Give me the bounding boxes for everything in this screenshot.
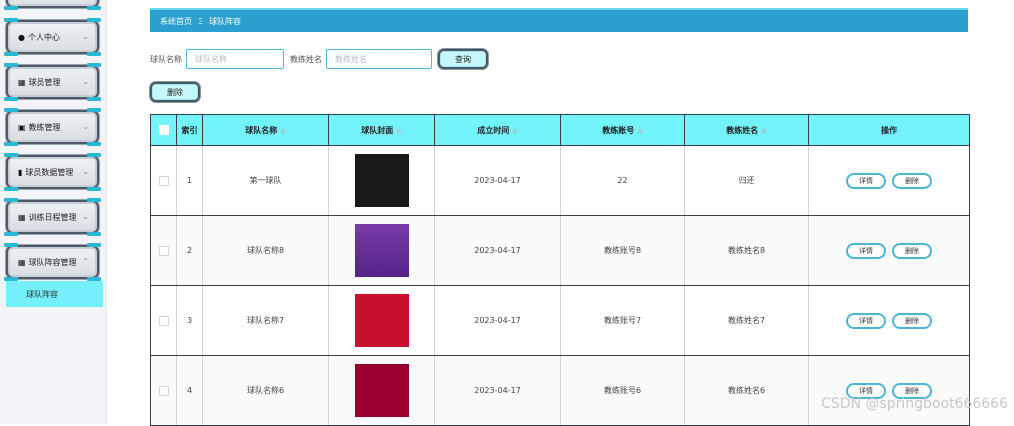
sidebar-item-label: 球员数据管理: [25, 167, 74, 177]
sidebar-item-personal-center[interactable]: ● 个人中心 ⌄: [4, 18, 101, 56]
row-checkbox[interactable]: [158, 245, 169, 256]
team-cover-image: [354, 294, 409, 347]
row-team-name: 球队名称8: [203, 216, 329, 285]
search-bar: 球队名称 教练姓名 查询: [150, 48, 488, 70]
row-coach-name: 教练姓名8: [685, 216, 809, 285]
watermark: CSDN @springboot666666: [821, 396, 1008, 412]
main-content: 系统首页 Ξ 球队阵容 球队名称 教练姓名 查询 删除 索引 球队名称▲ 球队封…: [106, 0, 1014, 426]
row-index: 2: [177, 216, 203, 285]
row-founded-date: 2023-04-17: [435, 216, 561, 285]
header-coach-account[interactable]: 教练账号 ▲: [561, 115, 685, 145]
sort-icon: ▲: [512, 126, 518, 134]
chevron-up-icon: ⌃: [82, 257, 89, 266]
sidebar-item-player-management[interactable]: ▦ 球员管理 ⌄: [4, 63, 101, 101]
sidebar: ● 个人中心 ⌄ ▦ 球员管理 ⌄ ▣ 教练管理 ⌄ ▮ 球员数据管理 ⌄ ▦ …: [0, 0, 107, 424]
row-checkbox[interactable]: [158, 315, 169, 326]
table-row: 1 第一球队 2023-04-17 22 归还 详情 删除: [151, 146, 969, 216]
row-checkbox[interactable]: [158, 385, 169, 396]
sidebar-subitem-team-lineup[interactable]: 球队阵容: [6, 281, 103, 307]
row-coach-account: 教练账号6: [561, 356, 685, 425]
row-coach-name: 教练姓名6: [685, 356, 809, 425]
header-team-name[interactable]: 球队名称 ▲: [203, 115, 329, 145]
breadcrumb: 系统首页 Ξ 球队阵容: [150, 8, 968, 32]
sort-icon: ▲: [637, 126, 643, 134]
row-checkbox[interactable]: [158, 175, 169, 186]
sidebar-item-player-data-management[interactable]: ▮ 球员数据管理 ⌄: [4, 153, 101, 191]
row-coach-account: 教练账号7: [561, 286, 685, 355]
select-all-checkbox[interactable]: [158, 125, 169, 135]
search-button[interactable]: 查询: [438, 49, 488, 69]
row-founded-date: 2023-04-17: [435, 356, 561, 425]
delete-button[interactable]: 删除: [892, 312, 932, 329]
row-team-name: 球队名称7: [203, 286, 329, 355]
sort-icon: ▲: [280, 126, 286, 134]
chevron-down-icon: ⌄: [82, 32, 89, 41]
chevron-down-icon: ⌄: [82, 167, 89, 176]
row-team-name: 第一球队: [203, 146, 329, 215]
table-header: 索引 球队名称 ▲ 球队封面 ▲ 成立时间 ▲ 教练账号 ▲ 教练姓名 ▲ 操作: [151, 115, 969, 146]
sort-icon: ▲: [396, 126, 402, 134]
row-coach-account: 教练账号8: [561, 216, 685, 285]
sort-icon: ▲: [761, 126, 767, 134]
breadcrumb-current: 球队阵容: [209, 16, 242, 26]
header-operations: 操作: [881, 125, 897, 135]
sidebar-item-label: 训练日程管理: [28, 212, 77, 222]
row-index: 3: [177, 286, 203, 355]
table-row: 4 球队名称6 2023-04-17 教练账号6 教练姓名6 详情 删除: [151, 356, 969, 426]
breadcrumb-separator: Ξ: [198, 16, 204, 26]
sidebar-item-training-schedule-management[interactable]: ▦ 训练日程管理 ⌄: [4, 198, 101, 236]
row-coach-name: 归还: [685, 146, 809, 215]
coach-name-label: 教练姓名: [290, 54, 322, 64]
team-cover-image: [354, 154, 409, 207]
sidebar-item-label: 教练管理: [28, 122, 61, 132]
sidebar-item-label: 球员管理: [28, 77, 61, 87]
detail-button[interactable]: 详情: [846, 172, 886, 189]
sidebar-item-team-lineup-management[interactable]: ▦ 球队阵容管理 ⌃: [4, 243, 101, 281]
grid-icon: ▦: [18, 257, 26, 267]
row-operations: 详情 删除: [809, 146, 969, 215]
detail-button[interactable]: 详情: [846, 242, 886, 259]
team-cover-image: [354, 224, 409, 277]
row-founded-date: 2023-04-17: [435, 146, 561, 215]
team-table: 索引 球队名称 ▲ 球队封面 ▲ 成立时间 ▲ 教练账号 ▲ 教练姓名 ▲ 操作 1 第一球…: [150, 114, 970, 426]
table-row: 2 球队名称8 2023-04-17 教练账号8 教练姓名8 详情 删除: [151, 216, 969, 286]
row-index: 4: [177, 356, 203, 425]
row-operations: 详情 删除: [809, 216, 969, 285]
team-name-label: 球队名称: [150, 54, 182, 64]
sidebar-item-top-partial[interactable]: [4, 0, 101, 10]
briefcase-icon: ▣: [18, 122, 26, 132]
row-founded-date: 2023-04-17: [435, 286, 561, 355]
chevron-down-icon: ⌄: [82, 77, 89, 86]
grid-icon: ▦: [18, 77, 26, 87]
sidebar-item-label: 个人中心: [27, 32, 60, 42]
chevron-down-icon: ⌄: [82, 212, 89, 221]
header-founded-date[interactable]: 成立时间 ▲: [435, 115, 561, 145]
breadcrumb-home[interactable]: 系统首页: [160, 16, 192, 27]
delete-button[interactable]: 删除: [892, 172, 932, 189]
grid-icon: ▦: [18, 212, 26, 222]
delete-button[interactable]: 删除: [892, 242, 932, 259]
detail-button[interactable]: 详情: [846, 312, 886, 329]
row-operations: 详情 删除: [809, 356, 969, 425]
team-name-input[interactable]: [186, 49, 284, 69]
sidebar-item-label: 球队阵容管理: [28, 257, 77, 267]
chevron-down-icon: ⌄: [82, 122, 89, 131]
clipboard-icon: ▮: [18, 167, 23, 177]
user-icon: ●: [18, 32, 25, 42]
row-coach-name: 教练姓名7: [685, 286, 809, 355]
table-row: 3 球队名称7 2023-04-17 教练账号7 教练姓名7 详情 删除: [151, 286, 969, 356]
row-operations: 详情 删除: [809, 286, 969, 355]
header-index: 索引: [177, 115, 203, 145]
row-team-name: 球队名称6: [203, 356, 329, 425]
row-coach-account: 22: [561, 146, 685, 215]
team-cover-image: [354, 364, 409, 417]
header-team-cover[interactable]: 球队封面 ▲: [329, 115, 435, 145]
row-index: 1: [177, 146, 203, 215]
coach-name-input[interactable]: [326, 49, 432, 69]
header-coach-name[interactable]: 教练姓名 ▲: [685, 115, 809, 145]
bulk-delete-button[interactable]: 删除: [150, 82, 200, 102]
sidebar-item-coach-management[interactable]: ▣ 教练管理 ⌄: [4, 108, 101, 146]
